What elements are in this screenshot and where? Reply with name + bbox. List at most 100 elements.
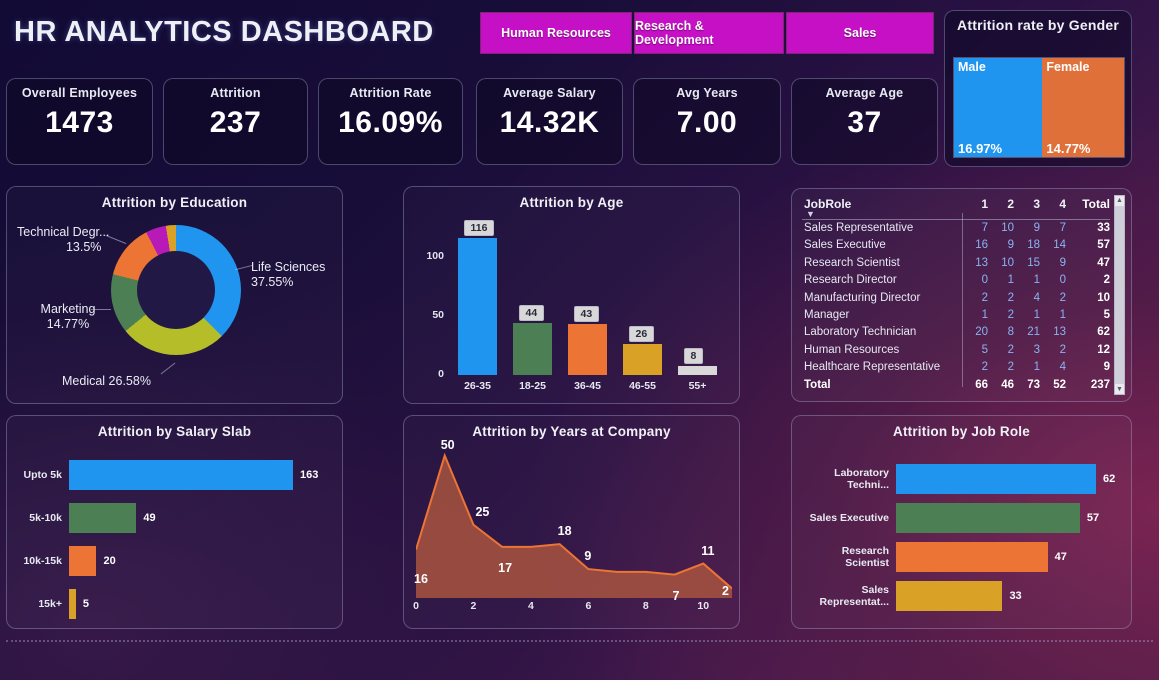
column-header-jobrole[interactable]: JobRole ▼	[802, 197, 962, 219]
years-x-tick: 6	[585, 600, 592, 612]
age-column-18-25[interactable]	[512, 227, 553, 375]
cell-total: 5	[1103, 309, 1110, 322]
years-point-label: 2	[722, 584, 729, 599]
age-column-26-35[interactable]	[457, 227, 498, 375]
age-bar[interactable]	[457, 237, 498, 375]
kpi-card-average-age[interactable]: Average Age 37	[791, 78, 938, 165]
bar-row[interactable]: Sales Representat... 33	[798, 581, 1136, 611]
cell-rating-count: 15	[1027, 256, 1040, 269]
age-chart-title: Attrition by Age	[519, 195, 624, 210]
treemap-tile-female[interactable]: Female 14.77%	[1042, 58, 1124, 157]
kpi-card-overall-employees[interactable]: Overall Employees 1473	[6, 78, 153, 165]
cell-rating-count: 7	[1059, 222, 1066, 234]
table-row[interactable]: Healthcare Representative 2 2 1 4 9	[802, 359, 1110, 376]
bar-value-label: 62	[1103, 473, 1116, 485]
bar-row[interactable]: Sales Executive 57	[798, 503, 1136, 533]
kpi-label: Avg Years	[676, 86, 738, 100]
kpi-card-attrition[interactable]: Attrition 237	[163, 78, 308, 165]
bar-row[interactable]: Research Scientist 47	[798, 542, 1136, 572]
bar-category-label: 5k-10k	[29, 512, 62, 524]
jobrole-matrix-panel: JobRole ▼ 1 2 3 4 Total Sales Representa…	[791, 188, 1132, 402]
table-total-row[interactable]: Total 66 46 73 52 237	[802, 377, 1110, 394]
column-header-4[interactable]: 4	[1040, 197, 1066, 217]
cell-rating-count: 1	[1033, 309, 1040, 322]
age-bar[interactable]	[512, 322, 553, 375]
kpi-value: 14.32K	[499, 106, 600, 139]
column-header-2[interactable]: 2	[988, 197, 1014, 217]
jobrole-chart-title: Attrition by Job Role	[893, 424, 1030, 439]
bar-fill[interactable]	[896, 581, 1003, 611]
cell-rating-count: 0	[1059, 274, 1066, 287]
column-header-1[interactable]: 1	[962, 197, 988, 217]
age-bar[interactable]	[622, 344, 663, 375]
donut-label-technical-name: Technical Degr...	[17, 225, 110, 239]
donut-label-marketing-name: Marketing	[40, 302, 96, 316]
kpi-value: 16.09%	[338, 106, 443, 139]
attrition-rate-by-gender-panel: Attrition rate by Gender Male 16.97% Fem…	[944, 10, 1132, 167]
footer-divider	[6, 640, 1153, 642]
cell-rating-count: 73	[1027, 378, 1040, 391]
years-point-label: 11	[701, 543, 715, 558]
column-header-3[interactable]: 3	[1014, 197, 1040, 217]
age-bar-value-label: 43	[573, 306, 600, 323]
cell-rating-count: 2	[1007, 291, 1014, 304]
bar-row[interactable]: 10k-15k 20	[13, 546, 333, 576]
column-header-total[interactable]: Total	[1066, 197, 1110, 217]
scroll-down-arrow-icon[interactable]: ▼	[1115, 385, 1124, 394]
bar-category-label: Upto 5k	[23, 469, 62, 481]
kpi-card-attrition-rate[interactable]: Attrition Rate 16.09%	[318, 78, 463, 165]
bar-row[interactable]: Upto 5k 163	[13, 460, 333, 490]
bar-fill[interactable]	[69, 503, 137, 533]
scrollbar-thumb[interactable]	[1115, 206, 1124, 384]
years-area-chart[interactable]	[416, 446, 732, 598]
kpi-value: 37	[847, 106, 882, 139]
age-y-tick: 50	[432, 308, 444, 321]
table-row[interactable]: Manufacturing Director 2 2 4 2 10	[802, 290, 1110, 307]
table-header-row: JobRole ▼ 1 2 3 4 Total	[802, 197, 1110, 220]
bar-fill[interactable]	[896, 464, 1096, 494]
table-row[interactable]: Research Director 0 1 1 0 2	[802, 272, 1110, 289]
table-row[interactable]: Research Scientist 13 10 15 9 47	[802, 255, 1110, 272]
kpi-card-avg-years[interactable]: Avg Years 7.00	[633, 78, 781, 165]
bar-row[interactable]: 15k+ 5	[13, 589, 333, 619]
kpi-label: Overall Employees	[21, 86, 138, 100]
sort-descending-icon[interactable]: ▼	[804, 210, 962, 219]
age-x-tick: 18-25	[519, 380, 546, 392]
bar-fill[interactable]	[69, 546, 97, 576]
education-donut-chart[interactable]	[111, 225, 241, 355]
cell-rating-count: 10	[1001, 256, 1014, 269]
table-row[interactable]: Human Resources 5 2 3 2 12	[802, 342, 1110, 359]
kpi-label: Attrition	[210, 86, 261, 100]
tab-sales[interactable]: Sales	[786, 12, 934, 54]
age-bar[interactable]	[567, 324, 608, 375]
jobrole-matrix-table[interactable]: JobRole ▼ 1 2 3 4 Total Sales Representa…	[802, 197, 1110, 394]
tab-research-development[interactable]: Research & Development	[634, 12, 784, 54]
cell-jobrole: Research Director	[804, 274, 897, 287]
department-tab-bar: Human Resources Research & Development S…	[480, 12, 934, 54]
bar-fill[interactable]	[69, 589, 76, 619]
cell-rating-count: 2	[1007, 361, 1014, 374]
donut-label-marketing-value: 14.77%	[46, 317, 90, 331]
table-row[interactable]: Sales Executive 16 9 18 14 57	[802, 237, 1110, 254]
age-column-46-55[interactable]	[622, 227, 663, 375]
table-row[interactable]: Sales Representative 7 10 9 7 33	[802, 220, 1110, 237]
cell-total: 62	[1097, 326, 1110, 339]
age-column-36-45[interactable]	[567, 227, 608, 375]
table-row[interactable]: Manager 1 2 1 1 5	[802, 307, 1110, 324]
bar-value-label: 33	[1009, 590, 1022, 602]
kpi-card-average-salary[interactable]: Average Salary 14.32K	[476, 78, 623, 165]
bar-fill[interactable]	[896, 503, 1080, 533]
bar-row[interactable]: Laboratory Techni... 62	[798, 464, 1136, 494]
bar-row[interactable]: 5k-10k 49	[13, 503, 333, 533]
scroll-up-arrow-icon[interactable]: ▲	[1115, 196, 1124, 205]
table-row[interactable]: Laboratory Technician 20 8 21 13 62	[802, 324, 1110, 341]
age-bar[interactable]	[677, 365, 718, 375]
gender-treemap[interactable]: Male 16.97% Female 14.77%	[953, 57, 1125, 158]
years-point-label: 7	[672, 588, 680, 603]
table-scrollbar[interactable]: ▲ ▼	[1114, 195, 1125, 395]
bar-fill[interactable]	[896, 542, 1048, 572]
bar-fill[interactable]	[69, 460, 293, 490]
tab-human-resources[interactable]: Human Resources	[480, 12, 632, 54]
treemap-tile-male[interactable]: Male 16.97%	[954, 58, 1043, 157]
years-x-tick: 8	[642, 600, 649, 612]
